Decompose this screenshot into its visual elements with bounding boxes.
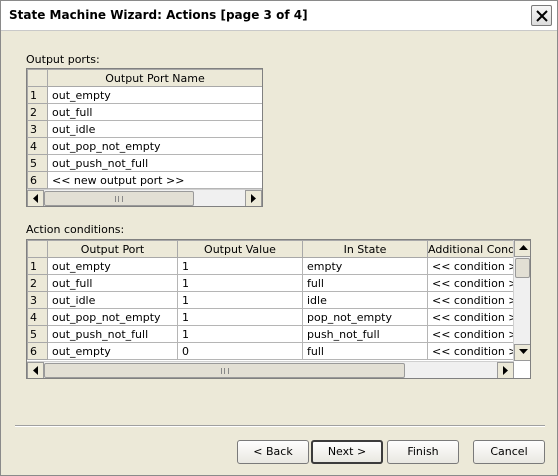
output-port-name-cell[interactable]: out_full: [47, 103, 262, 121]
row-number[interactable]: 6: [27, 342, 48, 360]
grid-corner[interactable]: [27, 240, 48, 258]
output-port-cell[interactable]: out_idle: [47, 291, 178, 309]
action-conditions-horizontal-scrollbar[interactable]: [27, 361, 514, 378]
new-output-port-cell[interactable]: << new output port >>: [47, 171, 262, 189]
output-port-cell[interactable]: out_empty: [47, 342, 178, 360]
row-number[interactable]: 2: [27, 274, 48, 292]
scroll-up-button[interactable]: [514, 240, 530, 257]
table-row[interactable]: 6 << new output port >>: [27, 171, 262, 189]
output-port-cell[interactable]: out_pop_not_empty: [47, 308, 178, 326]
scroll-thumb[interactable]: [44, 363, 405, 378]
row-number[interactable]: 3: [27, 120, 48, 138]
table-row[interactable]: 6 out_empty 0 full << condition >>: [27, 342, 515, 360]
table-row[interactable]: 3 out_idle 1 idle << condition >>: [27, 291, 515, 309]
row-number[interactable]: 4: [27, 308, 48, 326]
row-number[interactable]: 2: [27, 103, 48, 121]
column-header-output-port-name[interactable]: Output Port Name: [47, 69, 262, 87]
condition-cell[interactable]: << condition >>: [427, 291, 515, 309]
column-header-in-state[interactable]: In State: [302, 240, 428, 258]
output-value-cell[interactable]: 1: [177, 257, 303, 275]
scroll-right-button[interactable]: [497, 362, 514, 378]
scroll-down-button[interactable]: [514, 344, 530, 361]
title-bar[interactable]: State Machine Wizard: Actions [page 3 of…: [1, 1, 557, 31]
back-button[interactable]: < Back: [237, 440, 309, 464]
condition-cell[interactable]: << condition >>: [427, 342, 515, 360]
table-row[interactable]: 1 out_empty: [27, 86, 262, 104]
footer-separator: [15, 425, 545, 427]
condition-cell[interactable]: << condition >>: [427, 308, 515, 326]
output-port-name-cell[interactable]: out_idle: [47, 120, 262, 138]
table-row[interactable]: 5 out_push_not_full 1 push_not_full << c…: [27, 325, 515, 343]
action-conditions-vertical-scrollbar[interactable]: [513, 240, 530, 361]
table-row[interactable]: 1 out_empty 1 empty << condition >>: [27, 257, 515, 275]
output-port-name-cell[interactable]: out_empty: [47, 86, 262, 104]
grid-corner[interactable]: [27, 69, 48, 87]
table-row[interactable]: 2 out_full 1 full << condition >>: [27, 274, 515, 292]
grip-icon: [115, 196, 123, 202]
scroll-left-button[interactable]: [27, 190, 44, 206]
column-header-output-value[interactable]: Output Value: [177, 240, 303, 258]
window-title: State Machine Wizard: Actions [page 3 of…: [9, 8, 308, 22]
scroll-thumb[interactable]: [44, 191, 194, 206]
action-conditions-label: Action conditions:: [26, 223, 125, 236]
row-number[interactable]: 5: [27, 154, 48, 172]
output-port-cell[interactable]: out_push_not_full: [47, 325, 178, 343]
output-value-cell[interactable]: 1: [177, 308, 303, 326]
close-button[interactable]: [531, 5, 552, 26]
scroll-right-button[interactable]: [245, 190, 262, 206]
next-button[interactable]: Next >: [311, 440, 383, 464]
table-row[interactable]: 4 out_pop_not_empty: [27, 137, 262, 155]
output-port-name-cell[interactable]: out_push_not_full: [47, 154, 262, 172]
vertical-scroll-thumb[interactable]: [515, 258, 530, 278]
column-header-additional-cond[interactable]: Additional Cond: [427, 240, 515, 258]
in-state-cell[interactable]: pop_not_empty: [302, 308, 428, 326]
row-number[interactable]: 1: [27, 257, 48, 275]
condition-cell[interactable]: << condition >>: [427, 257, 515, 275]
scroll-left-button[interactable]: [27, 362, 44, 378]
output-ports-grid[interactable]: Output Port Name 1 out_empty 2 out_full …: [26, 68, 263, 207]
output-ports-horizontal-scrollbar[interactable]: [27, 189, 262, 206]
table-row[interactable]: 2 out_full: [27, 103, 262, 121]
condition-cell[interactable]: << condition >>: [427, 325, 515, 343]
in-state-cell[interactable]: full: [302, 274, 428, 292]
in-state-cell[interactable]: full: [302, 342, 428, 360]
action-conditions-grid[interactable]: Output Port Output Value In State Additi…: [26, 239, 531, 379]
row-number[interactable]: 4: [27, 137, 48, 155]
output-port-cell[interactable]: out_empty: [47, 257, 178, 275]
in-state-cell[interactable]: idle: [302, 291, 428, 309]
row-number[interactable]: 6: [27, 171, 48, 189]
finish-button[interactable]: Finish: [387, 440, 459, 464]
output-value-cell[interactable]: 0: [177, 342, 303, 360]
output-value-cell[interactable]: 1: [177, 274, 303, 292]
in-state-cell[interactable]: push_not_full: [302, 325, 428, 343]
column-header-output-port[interactable]: Output Port: [47, 240, 178, 258]
table-row[interactable]: 4 out_pop_not_empty 1 pop_not_empty << c…: [27, 308, 515, 326]
table-row[interactable]: 3 out_idle: [27, 120, 262, 138]
wizard-dialog: State Machine Wizard: Actions [page 3 of…: [0, 0, 558, 476]
in-state-cell[interactable]: empty: [302, 257, 428, 275]
output-ports-label: Output ports:: [26, 53, 100, 66]
output-port-name-cell[interactable]: out_pop_not_empty: [47, 137, 262, 155]
cancel-button[interactable]: Cancel: [473, 440, 545, 464]
output-value-cell[interactable]: 1: [177, 325, 303, 343]
grip-icon: [220, 368, 229, 374]
row-number[interactable]: 5: [27, 325, 48, 343]
output-value-cell[interactable]: 1: [177, 291, 303, 309]
row-number[interactable]: 3: [27, 291, 48, 309]
row-number[interactable]: 1: [27, 86, 48, 104]
table-row[interactable]: 5 out_push_not_full: [27, 154, 262, 172]
condition-cell[interactable]: << condition >>: [427, 274, 515, 292]
output-port-cell[interactable]: out_full: [47, 274, 178, 292]
